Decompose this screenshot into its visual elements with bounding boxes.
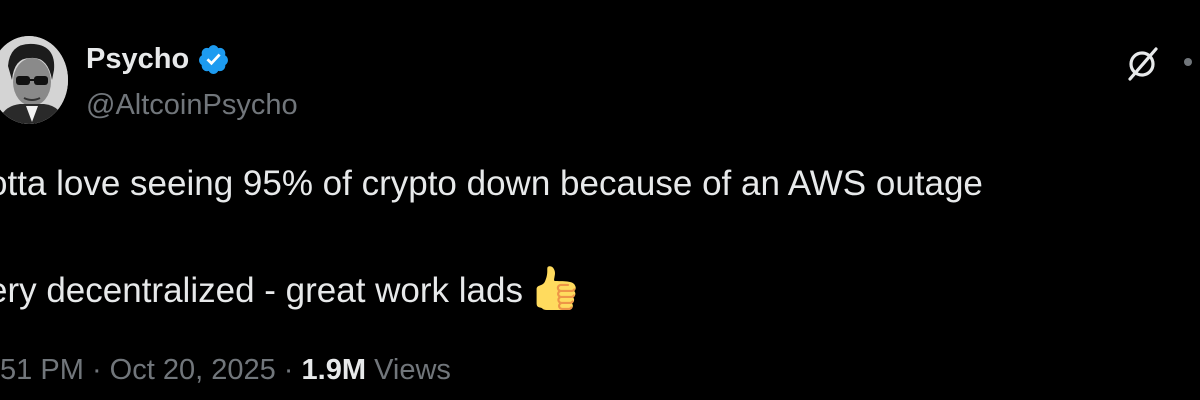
tweet-text-line-2: ery decentralized - great work lads (0, 266, 577, 313)
tweet-text-line-2-text: ery decentralized - great work lads (0, 271, 523, 310)
thumbs-up-icon (536, 266, 576, 310)
author-display-name[interactable]: Psycho (86, 40, 230, 78)
views-label: Views (374, 354, 451, 386)
grok-icon (1128, 47, 1158, 81)
grok-button[interactable] (1122, 42, 1164, 84)
views-link[interactable]: 1.9M Views (302, 354, 451, 386)
more-icon[interactable] (1184, 58, 1192, 66)
meta-separator-2: · (283, 354, 294, 386)
tweet-time[interactable]: :51 PM (0, 354, 84, 386)
views-count: 1.9M (301, 354, 367, 386)
avatar-portrait-icon (0, 36, 68, 124)
tweet-text-line-1: otta love seeing 95% of crypto down beca… (0, 164, 983, 203)
display-name-text: Psycho (86, 43, 190, 75)
verified-badge-icon (199, 44, 229, 74)
tweet-meta: :51 PM · Oct 20, 2025 · 1.9M Views (0, 350, 451, 390)
author-handle[interactable]: @AltcoinPsycho (86, 86, 298, 124)
meta-separator: · (91, 354, 102, 386)
avatar[interactable] (0, 36, 68, 124)
tweet-date[interactable]: Oct 20, 2025 (110, 354, 276, 386)
